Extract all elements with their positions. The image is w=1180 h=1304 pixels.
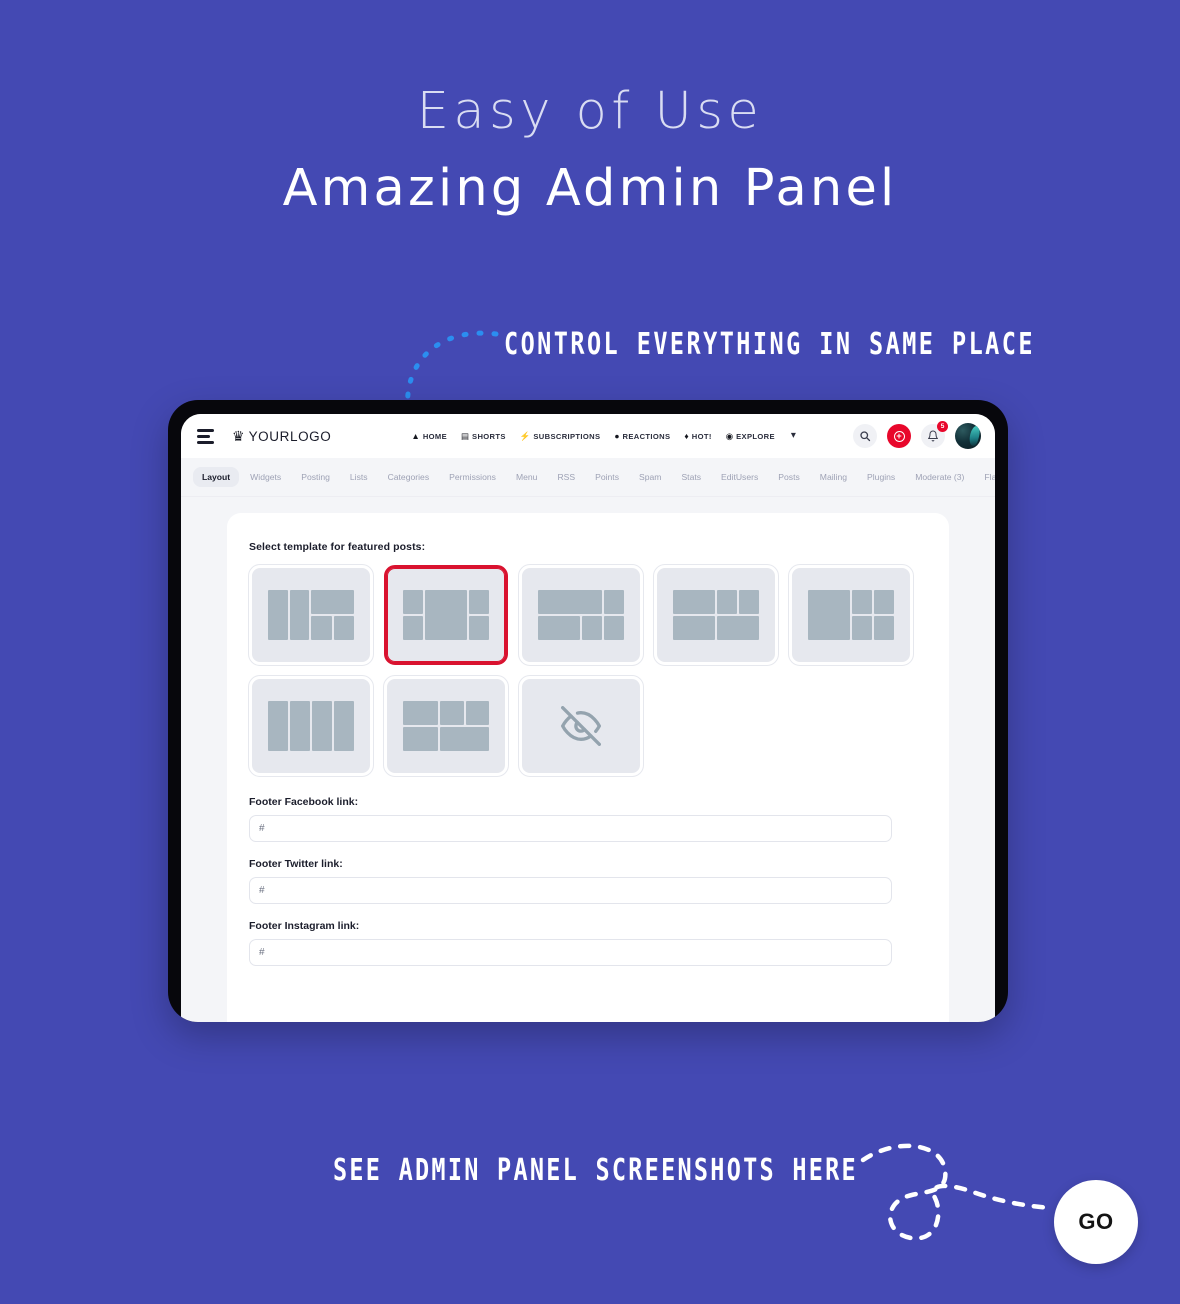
template-option-7[interactable] bbox=[383, 675, 509, 777]
topbar-actions: + 5 bbox=[853, 421, 981, 449]
tablet-device-frame: ♛ YOURLOGO ▲ HOME ▤ SHORTS ⚡ SUBSCRIPTIO… bbox=[168, 400, 1008, 1022]
nav-label: HOT! bbox=[691, 431, 712, 441]
tab-posts[interactable]: Posts bbox=[769, 467, 809, 487]
hamburger-icon[interactable] bbox=[197, 428, 214, 444]
crown-icon: ♛ bbox=[232, 428, 245, 444]
app-topbar: ♛ YOURLOGO ▲ HOME ▤ SHORTS ⚡ SUBSCRIPTIO… bbox=[181, 414, 995, 458]
headline-block: Easy of Use Amazing Admin Panel bbox=[0, 86, 1180, 214]
callout-bottom-text: SEE ADMIN PANEL SCREENSHOTS HERE bbox=[333, 1152, 858, 1188]
dotted-pointer-bottom bbox=[860, 1143, 1054, 1241]
go-button[interactable]: GO bbox=[1054, 1180, 1138, 1264]
search-icon[interactable] bbox=[853, 424, 877, 448]
shorts-icon: ▤ bbox=[461, 430, 470, 441]
brand-logo[interactable]: ♛ YOURLOGO bbox=[232, 429, 331, 444]
tab-widgets[interactable]: Widgets bbox=[241, 467, 290, 487]
bell-icon[interactable]: 5 bbox=[921, 421, 948, 448]
nav-label: SUBSCRIPTIONS bbox=[533, 431, 601, 441]
nav-item-explore[interactable]: ◉ EXPLORE bbox=[726, 432, 775, 441]
tablet-screen: ♛ YOURLOGO ▲ HOME ▤ SHORTS ⚡ SUBSCRIPTIO… bbox=[181, 414, 995, 1022]
template-option-5[interactable] bbox=[788, 564, 914, 666]
template-option-none[interactable] bbox=[518, 675, 644, 777]
tab-spam[interactable]: Spam bbox=[630, 467, 670, 487]
template-option-3[interactable] bbox=[518, 564, 644, 666]
tab-moderate[interactable]: Moderate (3) bbox=[906, 467, 973, 487]
nav-item-reactions[interactable]: ● REACTIONS bbox=[614, 432, 670, 441]
template-option-1[interactable] bbox=[248, 564, 374, 666]
poster-canvas: Easy of Use Amazing Admin Panel CONTROL … bbox=[0, 0, 1180, 1304]
nav-label: REACTIONS bbox=[622, 431, 671, 441]
user-avatar[interactable] bbox=[955, 423, 981, 449]
tab-mailing[interactable]: Mailing bbox=[811, 467, 856, 487]
nav-label: HOME bbox=[422, 431, 447, 441]
nav-label: SHORTS bbox=[472, 431, 506, 441]
headline-line-1: Easy of Use bbox=[416, 82, 764, 141]
reactions-icon: ● bbox=[614, 430, 620, 441]
footer-instagram-label: Footer Instagram link: bbox=[249, 920, 360, 932]
tab-editusers[interactable]: EditUsers bbox=[712, 467, 767, 487]
home-icon: ▲ bbox=[411, 430, 420, 441]
admin-tab-strip: Layout Widgets Posting Lists Categories … bbox=[181, 458, 995, 497]
nav-item-subscriptions[interactable]: ⚡ SUBSCRIPTIONS bbox=[520, 432, 601, 441]
template-option-2[interactable] bbox=[384, 565, 508, 665]
chevron-down-icon[interactable]: ▾ bbox=[791, 431, 796, 441]
settings-card: Select template for featured posts: Foot… bbox=[227, 513, 949, 1022]
tab-categories[interactable]: Categories bbox=[379, 467, 439, 487]
tab-plugins[interactable]: Plugins bbox=[858, 467, 904, 487]
brand-name: YOURLOGO bbox=[248, 428, 332, 444]
tab-flagged[interactable]: Flagged bbox=[975, 467, 995, 487]
tab-permissions[interactable]: Permissions bbox=[440, 467, 505, 487]
footer-facebook-link[interactable]: # bbox=[249, 815, 892, 842]
callout-top-text: CONTROL EVERYTHING IN SAME PLACE bbox=[504, 326, 1035, 362]
hot-icon: ♦ bbox=[684, 430, 689, 441]
subscriptions-icon: ⚡ bbox=[519, 430, 531, 441]
template-option-4[interactable] bbox=[653, 564, 779, 666]
tab-posting[interactable]: Posting bbox=[292, 467, 339, 487]
footer-facebook-label: Footer Facebook link: bbox=[249, 796, 359, 808]
eye-off-icon bbox=[561, 706, 601, 746]
tab-points[interactable]: Points bbox=[586, 467, 628, 487]
footer-twitter-link[interactable]: # bbox=[249, 877, 892, 904]
nav-item-home[interactable]: ▲ HOME bbox=[411, 432, 447, 441]
template-section-label: Select template for featured posts: bbox=[249, 541, 426, 553]
template-row-2 bbox=[248, 675, 927, 777]
footer-instagram-link[interactable]: # bbox=[249, 939, 892, 966]
tab-lists[interactable]: Lists bbox=[341, 467, 377, 487]
tab-stats[interactable]: Stats bbox=[672, 467, 710, 487]
nav-item-hot[interactable]: ♦ HOT! bbox=[684, 432, 711, 441]
nav-label: EXPLORE bbox=[736, 431, 775, 441]
tab-rss[interactable]: RSS bbox=[548, 467, 584, 487]
tab-menu[interactable]: Menu bbox=[507, 467, 547, 487]
main-nav: ▲ HOME ▤ SHORTS ⚡ SUBSCRIPTIONS ● REACTI… bbox=[411, 431, 796, 441]
headline-line-2: Amazing Admin Panel bbox=[282, 159, 898, 218]
footer-twitter-label: Footer Twitter link: bbox=[249, 858, 343, 870]
template-option-6[interactable] bbox=[248, 675, 374, 777]
tab-layout[interactable]: Layout bbox=[193, 467, 240, 487]
template-row-1 bbox=[248, 564, 927, 666]
plus-circle-icon[interactable]: + bbox=[887, 424, 911, 448]
notification-badge: 5 bbox=[937, 421, 948, 432]
nav-item-shorts[interactable]: ▤ SHORTS bbox=[461, 432, 506, 441]
explore-icon: ◉ bbox=[725, 430, 734, 441]
panel-area: Select template for featured posts: Foot… bbox=[181, 497, 995, 1022]
